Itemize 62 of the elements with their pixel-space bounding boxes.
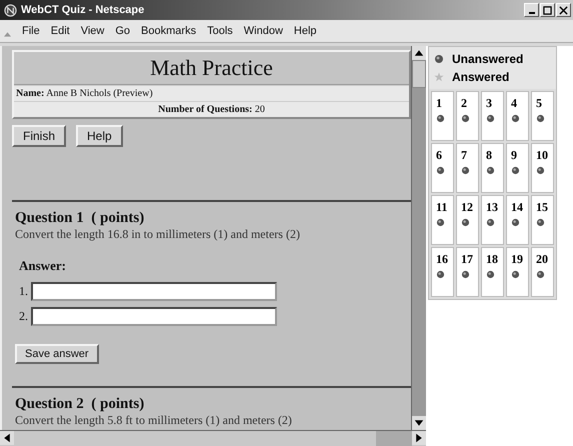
vertical-scrollbar[interactable] bbox=[411, 46, 426, 430]
quiz-title: Math Practice bbox=[14, 52, 409, 85]
scroll-down-icon[interactable] bbox=[412, 416, 426, 430]
star-icon bbox=[434, 72, 444, 82]
answer-field[interactable] bbox=[31, 307, 277, 326]
scroll-left-icon[interactable] bbox=[0, 431, 14, 445]
field-number: 2. bbox=[19, 309, 28, 324]
answer-label: Answer: bbox=[19, 258, 67, 274]
question-link[interactable]: 13 bbox=[481, 195, 504, 245]
scroll-thumb[interactable] bbox=[412, 60, 426, 88]
question-title: Question 1 ( points) bbox=[15, 210, 146, 227]
scroll-up-icon[interactable] bbox=[412, 46, 426, 60]
close-icon bbox=[559, 6, 568, 14]
question-link[interactable]: 8 bbox=[481, 143, 504, 193]
horizontal-scrollbar[interactable] bbox=[0, 430, 426, 446]
question-title: Question 2 ( points) bbox=[15, 396, 146, 413]
question-link[interactable]: 9 bbox=[506, 143, 529, 193]
menu-item[interactable]: Window bbox=[244, 25, 283, 37]
question-link[interactable]: 5 bbox=[531, 91, 554, 141]
question-link[interactable]: 16 bbox=[431, 247, 454, 297]
question-link[interactable]: 1 bbox=[431, 91, 454, 141]
question-link[interactable]: 2 bbox=[456, 91, 479, 141]
question-link[interactable]: 19 bbox=[506, 247, 529, 297]
question-link[interactable]: 4 bbox=[506, 91, 529, 141]
window-title: WebCT Quiz - Netscape bbox=[21, 4, 146, 16]
question-count: Number of Questions: 20 bbox=[14, 101, 409, 117]
menu-item[interactable]: Tools bbox=[207, 25, 233, 37]
scroll-thumb[interactable] bbox=[376, 431, 412, 446]
question-link[interactable]: 7 bbox=[456, 143, 479, 193]
legend-label: Answered bbox=[452, 70, 510, 84]
menu-item[interactable]: Bookmarks bbox=[141, 25, 196, 37]
scroll-right-icon[interactable] bbox=[412, 431, 426, 445]
menu-item[interactable]: File bbox=[22, 25, 40, 37]
menu-item[interactable]: View bbox=[80, 25, 104, 37]
question-link[interactable]: 6 bbox=[431, 143, 454, 193]
question-text: Convert the length 16.8 in to millimeters (1) and meters (2) bbox=[15, 227, 301, 242]
minimize-button[interactable] bbox=[524, 3, 539, 17]
question-link[interactable]: 18 bbox=[481, 247, 504, 297]
question-link[interactable]: 20 bbox=[531, 247, 554, 297]
legend-label: Unanswered bbox=[452, 52, 524, 66]
question-link[interactable]: 3 bbox=[481, 91, 504, 141]
quiz-button[interactable]: Finish bbox=[12, 125, 66, 147]
save-answer-button[interactable]: Save answer bbox=[15, 344, 99, 364]
question-link[interactable]: 11 bbox=[431, 195, 454, 245]
question-text: Convert the length 5.8 ft to millimeters (1) and meters (2) bbox=[15, 413, 293, 428]
question-link[interactable]: 14 bbox=[506, 195, 529, 245]
quiz-button[interactable]: Help bbox=[76, 125, 123, 147]
question-link[interactable]: 17 bbox=[456, 247, 479, 297]
menu-item[interactable]: Go bbox=[115, 25, 130, 37]
minimize-icon bbox=[528, 12, 534, 14]
menu-item[interactable]: Edit bbox=[50, 25, 70, 37]
question-link[interactable]: 12 bbox=[456, 195, 479, 245]
maximize-icon bbox=[543, 6, 552, 14]
menu-item[interactable]: Help bbox=[294, 25, 317, 37]
answer-field[interactable] bbox=[31, 282, 277, 301]
student-name: Name: Anne B Nichols (Preview) bbox=[14, 85, 409, 101]
maximize-button[interactable] bbox=[540, 3, 555, 17]
dot-icon bbox=[434, 54, 444, 64]
close-button[interactable] bbox=[556, 3, 571, 17]
field-number: 1. bbox=[19, 284, 28, 299]
question-link[interactable]: 10 bbox=[531, 143, 554, 193]
question-link[interactable]: 15 bbox=[531, 195, 554, 245]
